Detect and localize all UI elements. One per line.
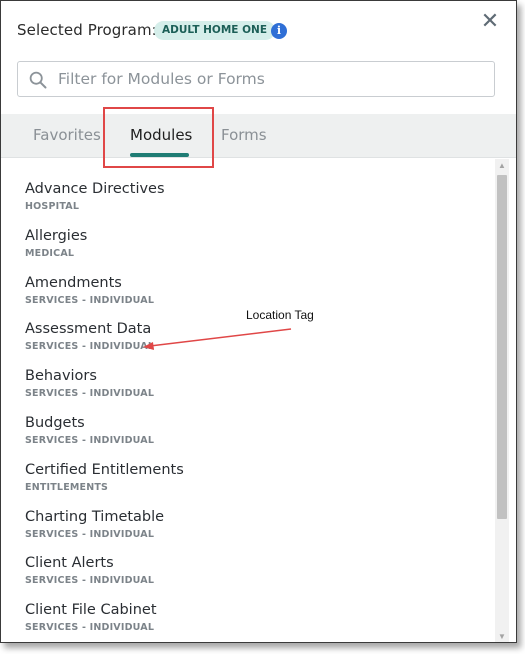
location-tag: ENTITLEMENTS <box>25 482 109 493</box>
list-item[interactable]: Allergies MEDICAL <box>25 228 465 259</box>
location-tag: SERVICES - INDIVIDUAL <box>25 622 155 633</box>
location-tag: SERVICES - INDIVIDUAL <box>25 295 155 306</box>
scroll-up-icon[interactable]: ▲ <box>495 159 509 173</box>
list-item[interactable]: Behaviors SERVICES - INDIVIDUAL <box>25 368 465 399</box>
search-box[interactable] <box>17 61 495 97</box>
list-item[interactable]: Charting Timetable SERVICES - INDIVIDUAL <box>25 509 465 540</box>
tab-modules[interactable]: Modules <box>130 126 192 144</box>
module-title: Budgets <box>25 415 85 431</box>
scrollbar-thumb[interactable] <box>497 175 507 519</box>
tab-favorites[interactable]: Favorites <box>33 126 101 144</box>
module-title: Certified Entitlements <box>25 462 184 478</box>
panel-header: Selected Program: ADULT HOME ONE i ✕ <box>1 1 516 57</box>
module-title: Allergies <box>25 228 88 244</box>
list-item[interactable]: Certified Entitlements ENTITLEMENTS <box>25 462 465 493</box>
module-title: Charting Timetable <box>25 509 165 525</box>
modules-list: Advance Directives HOSPITAL Allergies ME… <box>1 173 494 642</box>
module-title: Client File Cabinet <box>25 602 157 618</box>
module-title: Behaviors <box>25 368 97 384</box>
list-item[interactable]: Amendments SERVICES - INDIVIDUAL <box>25 275 465 306</box>
tab-bar: Favorites Modules Forms <box>1 114 516 158</box>
location-tag: SERVICES - INDIVIDUAL <box>25 575 155 586</box>
search-input[interactable] <box>58 63 488 95</box>
location-tag: SERVICES - INDIVIDUAL <box>25 341 155 352</box>
module-title: Amendments <box>25 275 122 291</box>
scrollbar[interactable]: ▲ ▼ <box>495 159 509 642</box>
list-item[interactable]: Budgets SERVICES - INDIVIDUAL <box>25 415 465 446</box>
list-item[interactable]: Assessment Data SERVICES - INDIVIDUAL <box>25 321 465 352</box>
location-tag: MEDICAL <box>25 248 75 259</box>
list-item[interactable]: Client File Cabinet SERVICES - INDIVIDUA… <box>25 602 465 633</box>
tab-forms[interactable]: Forms <box>221 126 267 144</box>
scroll-down-icon[interactable]: ▼ <box>495 630 509 642</box>
search-icon <box>29 71 47 89</box>
selected-program-label: Selected Program: <box>17 21 157 39</box>
location-tag: SERVICES - INDIVIDUAL <box>25 435 155 446</box>
location-tag: SERVICES - INDIVIDUAL <box>25 529 155 540</box>
annotation-label: Location Tag <box>246 308 314 322</box>
location-tag: SERVICES - INDIVIDUAL <box>25 388 155 399</box>
active-tab-indicator <box>130 153 189 157</box>
module-title: Assessment Data <box>25 321 152 337</box>
list-item[interactable]: Client Alerts SERVICES - INDIVIDUAL <box>25 555 465 586</box>
module-title: Advance Directives <box>25 181 165 197</box>
close-icon[interactable]: ✕ <box>480 11 500 33</box>
program-badge: ADULT HOME ONE <box>154 21 276 40</box>
location-tag: HOSPITAL <box>25 201 80 212</box>
list-item[interactable]: Advance Directives HOSPITAL <box>25 181 465 212</box>
module-title: Client Alerts <box>25 555 114 571</box>
info-icon[interactable]: i <box>271 23 287 39</box>
